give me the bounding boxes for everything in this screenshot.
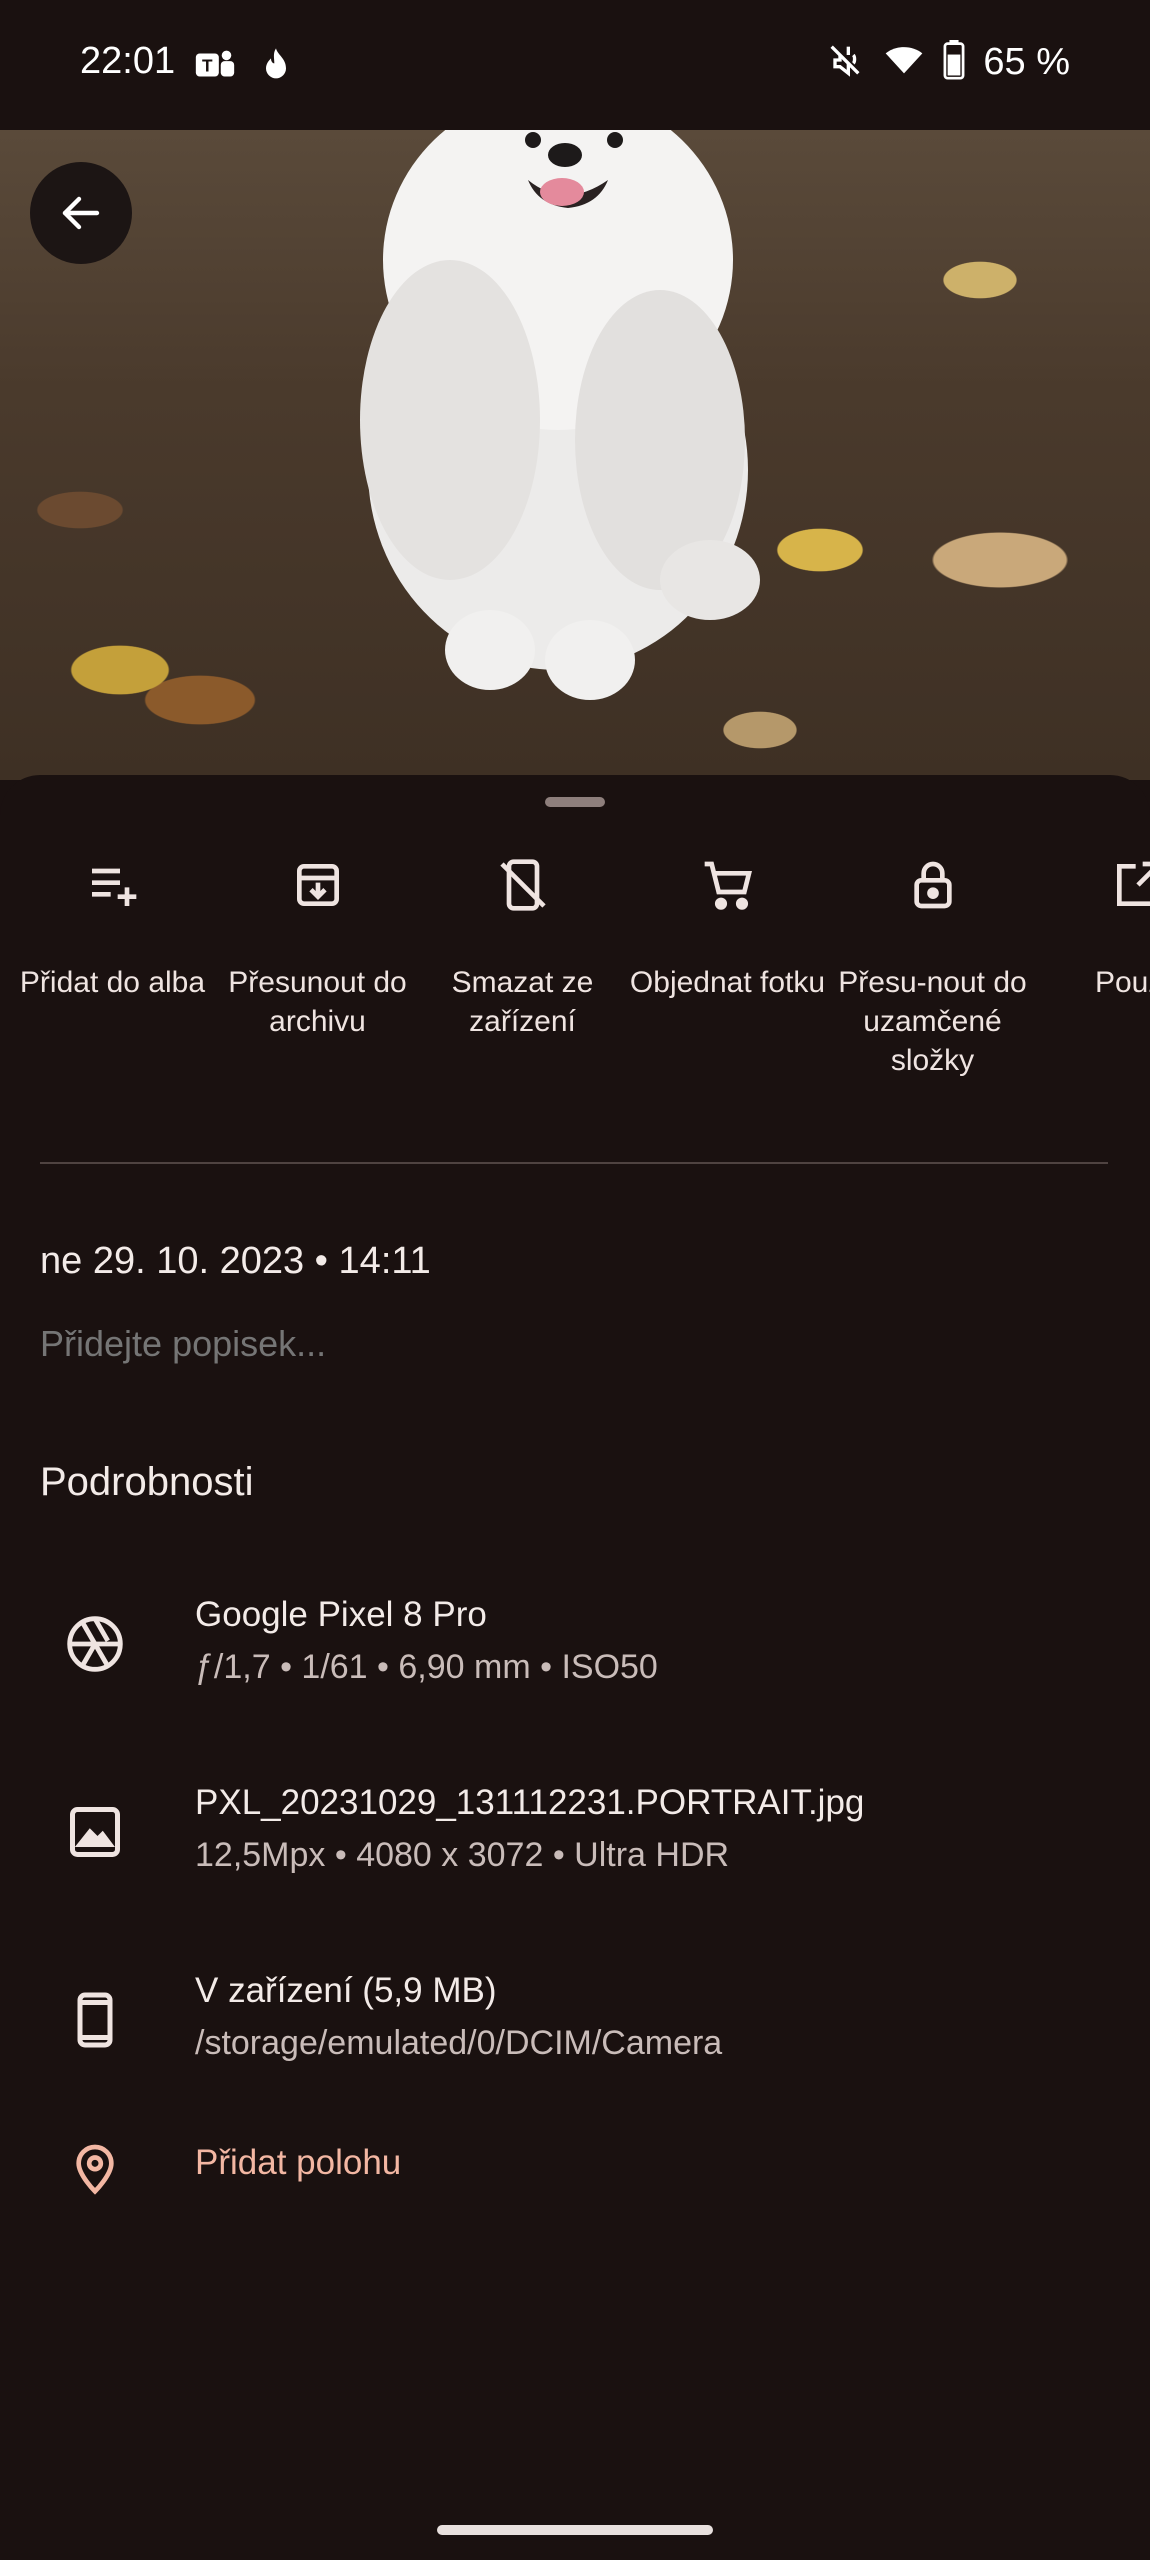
wifi-icon xyxy=(883,40,925,85)
photo-preview[interactable] xyxy=(0,130,1150,780)
cart-icon xyxy=(704,861,752,910)
archive-icon xyxy=(296,864,339,906)
lock-icon xyxy=(913,861,952,909)
battery-icon xyxy=(943,40,965,85)
mute-icon xyxy=(825,40,865,85)
use-as-label: Použít xyxy=(1094,966,1150,999)
playlist-add-icon xyxy=(91,868,136,906)
storage-path: /storage/emulated/0/DCIM/Camera xyxy=(195,2024,723,2062)
order-photo-button[interactable]: Objednat fotku xyxy=(625,845,830,1002)
order-photo-label: Objednat fotku xyxy=(629,966,826,999)
move-to-locked-folder-button[interactable]: Přesu-nout do uzamčené složky xyxy=(830,845,1035,1080)
add-location-label: Přidat polohu xyxy=(195,2143,402,2182)
photo-date-time[interactable]: ne 29. 10. 2023 • 14:11 xyxy=(40,1240,431,1283)
move-to-archive-label: Přesunout do archivu xyxy=(228,966,407,1038)
aperture-icon xyxy=(67,1616,123,1672)
camera-settings: ƒ/1,7 • 1/61 • 6,90 mm • ISO50 xyxy=(195,1648,658,1686)
location-pin-icon xyxy=(76,2144,114,2195)
status-time: 22:01 xyxy=(80,40,176,82)
file-name: PXL_20231029_131112231.PORTRAIT.jpg xyxy=(195,1783,865,1822)
add-location-button[interactable]: Přidat polohu xyxy=(0,2137,1150,2257)
camera-details: Google Pixel 8 Pro ƒ/1,7 • 1/61 • 6,90 m… xyxy=(0,1595,1150,1715)
storage-location: V zařízení (5,9 MB) xyxy=(195,1971,497,2010)
use-as-button[interactable]: Použít xyxy=(1035,845,1150,1002)
add-to-album-label: Přidat do alba xyxy=(19,966,206,999)
camera-model: Google Pixel 8 Pro xyxy=(195,1595,487,1634)
image-icon xyxy=(70,1807,120,1857)
divider xyxy=(40,1162,1108,1164)
storage-details: V zařízení (5,9 MB) /storage/emulated/0/… xyxy=(0,1971,1150,2091)
drag-handle[interactable] xyxy=(545,797,605,807)
fire-icon xyxy=(256,42,296,93)
delete-from-device-label: Smazat ze zařízení xyxy=(451,966,594,1038)
caption-input[interactable] xyxy=(40,1323,940,1365)
open-in-icon xyxy=(1116,861,1150,906)
dog-photo-image xyxy=(360,130,760,700)
file-details: PXL_20231029_131112231.PORTRAIT.jpg 12,5… xyxy=(0,1783,1150,1903)
move-to-archive-button[interactable]: Přesunout do archivu xyxy=(215,845,420,1041)
move-to-locked-folder-label: Přesu-nout do uzamčené složky xyxy=(838,966,1027,1077)
back-button[interactable] xyxy=(30,162,132,264)
phone-icon xyxy=(77,1992,113,2048)
device-off-icon xyxy=(499,859,546,911)
add-to-album-button[interactable]: Přidat do alba xyxy=(10,845,215,1002)
svg-text:T: T xyxy=(202,56,213,76)
battery-percentage: 65 % xyxy=(983,41,1070,83)
teams-icon: T xyxy=(192,42,238,93)
delete-from-device-button[interactable]: Smazat ze zařízení xyxy=(420,845,625,1041)
status-bar: 22:01 T 65 % xyxy=(0,0,1150,130)
details-sheet: Přidat do alba Přesunout do archivu Smaz… xyxy=(0,775,1150,2560)
details-heading: Podrobnosti xyxy=(40,1460,254,1504)
gesture-nav-handle[interactable] xyxy=(437,2525,713,2535)
file-properties: 12,5Mpx • 4080 x 3072 • Ultra HDR xyxy=(195,1836,730,1874)
arrow-back-icon xyxy=(62,196,100,230)
action-row: Přidat do alba Přesunout do archivu Smaz… xyxy=(0,845,1150,1145)
